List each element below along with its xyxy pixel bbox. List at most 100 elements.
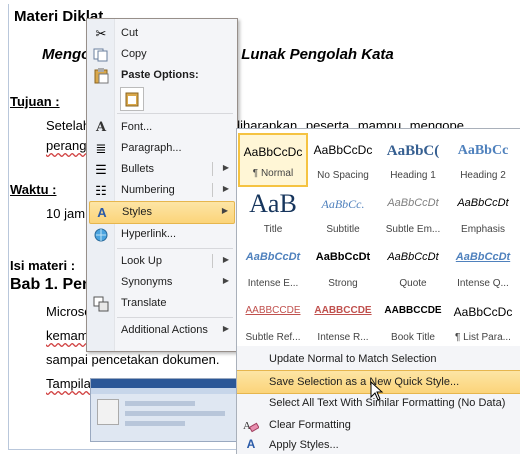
menu-item-label: Update Normal to Match Selection [269,353,437,365]
menu-item-label: Styles [122,206,152,218]
style-preview: AABBCCDE [384,305,442,316]
style-subtle-emphasis[interactable]: AaBbCcDt Subtle Em... [378,187,448,241]
style-name: Subtitle [326,224,360,235]
submenu-arrow-icon[interactable]: ▶ [223,255,229,264]
menu-item-look-up[interactable]: Look Up ▶ [89,251,235,272]
apply-styles-item[interactable]: A Apply Styles... [237,434,520,456]
menu-item-label: Font... [121,121,153,133]
isi-materi-label: Isi materi : [10,258,76,273]
tujuan-label: Tujuan : [10,94,60,109]
style-quote[interactable]: AaBbCcDt Quote [378,241,448,295]
style-preview: AaBbCcDt [387,197,439,209]
menu-item-label: Cut [121,27,139,39]
clipboard-icon [125,92,139,107]
style-preview: AaBbCcDt [245,251,301,263]
translate-icon [92,295,110,312]
style-intense-reference[interactable]: AABBCCDE Intense R... [308,295,378,349]
menu-item-label: Translate [121,297,167,309]
menu-item-label: Paste Options: [121,69,199,81]
menu-item-numbering[interactable]: ☷ Numbering ▶ [89,180,235,201]
style-intense-quote[interactable]: AaBbCcDt Intense Q... [448,241,518,295]
style-intense-emphasis[interactable]: AaBbCcDt Intense E... [238,241,308,295]
menu-item-label: Select All Text With Similar Formatting … [269,397,506,409]
paste-keep-formatting-button[interactable] [120,87,144,111]
menu-item-label: Paragraph... [121,142,182,154]
split-separator [212,162,213,176]
clear-formatting-item[interactable]: A Clear Formatting [237,414,520,436]
menu-item-label: Numbering [121,184,175,196]
style-name: Intense Q... [457,278,509,289]
update-normal-item[interactable]: Update Normal to Match Selection [237,348,520,370]
style-strong[interactable]: AaBbCcDt Strong [308,241,378,295]
menu-item-cut[interactable]: ✂ Cut [89,23,235,44]
submenu-arrow-icon: ▶ [221,206,228,215]
style-preview: AaBbCcDt [455,251,511,263]
style-name: Title [263,224,283,235]
waktu-value: 10 jam [46,206,86,221]
paste-icon [92,67,110,84]
style-no-spacing[interactable]: AaBbCcDc No Spacing [308,133,378,187]
style-name: Subtle Em... [385,224,441,235]
style-name: Heading 2 [460,170,506,181]
numbering-icon: ☷ [95,182,107,198]
style-name: Intense R... [317,332,369,343]
menu-item-label: Look Up [121,255,162,267]
split-separator [212,183,213,197]
menu-item-copy[interactable]: Copy [89,44,235,65]
menu-item-label: Save Selection as a New Quick Style... [269,376,460,388]
copy-icon [92,46,110,63]
waktu-label: Waktu : [10,182,57,197]
menu-item-styles[interactable]: A Styles ▶ [89,201,235,224]
menu-item-label: Clear Formatting [269,419,351,431]
word-ribbon-screenshot-image [90,378,240,442]
style-name: ¶ List Para... [455,332,511,343]
style-normal[interactable]: AaBbCcDc ¶ Normal [238,133,308,187]
style-preview: AaBbCcDt [315,251,371,263]
menu-item-label: Additional Actions [121,324,208,336]
apply-styles-icon: A [246,437,256,451]
submenu-arrow-icon[interactable]: ▶ [223,184,229,193]
style-name: Book Title [391,332,435,343]
svg-text:A: A [243,420,251,432]
style-list-paragraph[interactable]: AaBbCcDc ¶ List Para... [448,295,518,349]
menu-item-label: Apply Styles... [269,439,339,451]
clear-formatting-icon: A [243,417,260,433]
style-title[interactable]: AaB Title [238,187,308,241]
menu-separator [117,113,233,114]
style-name: Quote [399,278,427,289]
style-subtle-reference[interactable]: AABBCCDE Subtle Ref... [238,295,308,349]
submenu-arrow-icon[interactable]: ▶ [223,163,229,172]
style-subtitle[interactable]: AaBbCc. Subtitle [308,187,378,241]
menu-item-translate[interactable]: Translate [89,293,235,314]
style-heading-2[interactable]: AaBbCc Heading 2 [448,133,518,187]
font-icon: A [95,120,107,135]
menu-separator [117,248,233,249]
menu-separator [117,317,233,318]
quick-styles-gallery: AaBbCcDc ¶ Normal AaBbCcDc No Spacing Aa… [236,128,520,348]
style-preview: AaBbCcDt [387,251,439,263]
scissors-icon: ✂ [95,25,107,41]
style-preview: AaBbCcDc [313,143,373,157]
style-preview: AaBbCcDt [457,197,509,209]
doc-paragraph-line-3: sampai pencetakan dokumen. [46,352,220,367]
styles-icon: A [97,205,107,220]
menu-item-hyperlink[interactable]: Hyperlink... [89,224,235,245]
menu-item-synonyms[interactable]: Synonyms ▶ [89,272,235,293]
style-book-title[interactable]: AABBCCDE Book Title [378,295,448,349]
style-preview: AaBbC( [386,143,440,159]
menu-item-label: Copy [121,48,147,60]
style-preview: AaBbCc [457,143,509,158]
style-name: Subtle Ref... [245,332,301,343]
style-preview: AaBbCcDc [453,305,513,319]
menu-item-bullets[interactable]: ☰ Bullets ▶ [89,159,235,180]
style-emphasis[interactable]: AaBbCcDt Emphasis [448,187,518,241]
menu-item-paragraph[interactable]: ≣ Paragraph... [89,138,235,159]
style-heading-1[interactable]: AaBbC( Heading 1 [378,133,448,187]
menu-item-additional-actions[interactable]: Additional Actions ▶ [89,320,235,341]
style-name: Intense E... [247,278,299,289]
style-preview: AaB [249,189,297,218]
menu-item-font[interactable]: A Font... [89,117,235,138]
style-preview: AABBCCDE [314,305,372,316]
bullets-icon: ☰ [95,161,107,177]
style-name: Heading 1 [390,170,436,181]
